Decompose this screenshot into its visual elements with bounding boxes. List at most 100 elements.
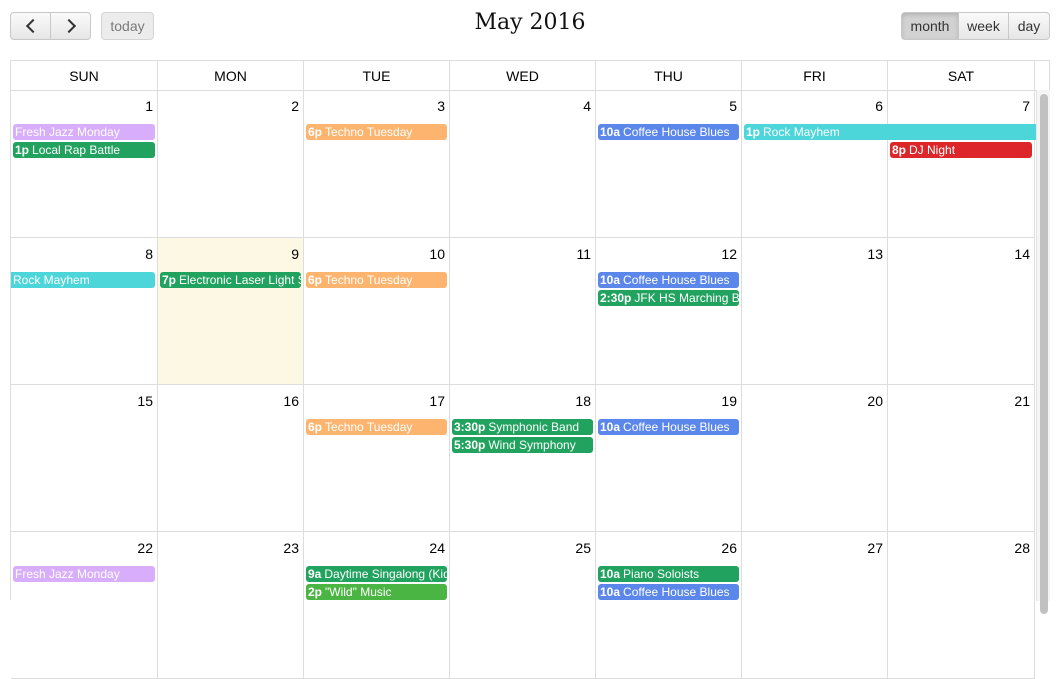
calendar-event[interactable]: Rock Mayhem (11, 272, 155, 288)
calendar-event[interactable]: 6p Techno Tuesday (306, 124, 447, 140)
day-number[interactable]: 2 (291, 98, 299, 114)
day-cell[interactable]: 15 (11, 385, 158, 531)
event-title: Fresh Jazz Monday (15, 567, 120, 581)
calendar-event[interactable]: 7pElectronic Laser Light Show (160, 272, 301, 288)
day-cell[interactable]: 11 (450, 238, 596, 384)
scrollbar-thumb[interactable] (1040, 94, 1048, 614)
day-cell[interactable]: 7 (888, 90, 1035, 237)
calendar-event[interactable]: 1p Rock Mayhem (744, 124, 1036, 140)
day-cell[interactable]: 25 (450, 532, 596, 678)
day-number[interactable]: 1 (145, 98, 153, 114)
calendar-event[interactable]: 10a Coffee House Blues (598, 419, 739, 435)
day-number[interactable]: 4 (583, 98, 591, 114)
day-number[interactable]: 17 (429, 393, 445, 409)
event-time: 3:30p (454, 420, 486, 434)
day-cell[interactable]: 26 (596, 532, 742, 678)
day-number[interactable]: 25 (575, 540, 591, 556)
event-time: 2:30p (600, 291, 632, 305)
day-number[interactable]: 21 (1014, 393, 1030, 409)
day-cell[interactable]: 22 (11, 532, 158, 678)
day-cell[interactable]: 1 (11, 90, 158, 237)
day-cell[interactable]: 14 (888, 238, 1035, 384)
day-number[interactable]: 20 (867, 393, 883, 409)
day-cell[interactable]: 13 (742, 238, 888, 384)
day-number[interactable]: 11 (576, 246, 591, 262)
event-time: 10a (600, 273, 621, 287)
day-number[interactable]: 26 (721, 540, 737, 556)
day-number[interactable]: 3 (437, 98, 445, 114)
week-row: 1 2 3 4 5 6 7 Fresh Jazz Monday 1p Local Rap Batt… (11, 90, 1036, 238)
day-cell[interactable]: 19 (596, 385, 742, 531)
day-cell[interactable]: 4 (450, 90, 596, 237)
weekday-sat: SAT (888, 61, 1035, 90)
day-cell[interactable]: 23 (158, 532, 304, 678)
view-week-button[interactable]: week (958, 12, 1009, 40)
calendar-event[interactable]: 5:30p Wind Symphony (452, 437, 593, 453)
scrollbar[interactable] (1036, 90, 1050, 614)
view-day-button[interactable]: day (1008, 12, 1050, 40)
calendar-event[interactable]: 9a Daytime Singalong (Kids) (306, 566, 447, 582)
day-cell[interactable]: 10 (304, 238, 450, 384)
event-title: JFK HS Marching Band (634, 291, 739, 305)
day-number[interactable]: 5 (729, 98, 737, 114)
event-time: 10a (600, 567, 621, 581)
day-number[interactable]: 22 (137, 540, 153, 556)
day-number[interactable]: 9 (291, 246, 299, 262)
day-cell[interactable]: 27 (742, 532, 888, 678)
event-title: Fresh Jazz Monday (15, 125, 120, 139)
event-time: 10a (600, 420, 621, 434)
calendar-event[interactable]: 10a Coffee House Blues (598, 272, 739, 288)
event-title: Wind Symphony (488, 438, 576, 452)
view-month-button[interactable]: month (901, 12, 959, 40)
day-number[interactable]: 27 (867, 540, 883, 556)
event-time: 9a (308, 567, 322, 581)
calendar-event[interactable]: 3:30p Symphonic Band (452, 419, 593, 435)
calendar-event[interactable]: Fresh Jazz Monday (13, 124, 155, 140)
day-cell[interactable]: 18 (450, 385, 596, 531)
day-cell[interactable]: 5 (596, 90, 742, 237)
day-number[interactable]: 15 (137, 393, 153, 409)
day-number[interactable]: 19 (721, 393, 737, 409)
event-title: Daytime Singalong (Kids) (324, 567, 447, 581)
header-scroll-spacer (1035, 61, 1050, 90)
day-number[interactable]: 14 (1014, 246, 1030, 262)
calendar-event[interactable]: 10a Coffee House Blues (598, 124, 739, 140)
day-cell[interactable]: 28 (888, 532, 1035, 678)
day-cell-today[interactable]: 9 (158, 238, 304, 384)
day-cell[interactable]: 8 (11, 238, 158, 384)
day-number[interactable]: 12 (721, 246, 737, 262)
day-cell[interactable]: 17 (304, 385, 450, 531)
day-number[interactable]: 23 (283, 540, 299, 556)
day-number[interactable]: 16 (283, 393, 299, 409)
day-cell[interactable]: 24 (304, 532, 450, 678)
calendar-event[interactable]: 10a Coffee House Blues (598, 584, 739, 600)
calendar-event[interactable]: 10a Piano Soloists (598, 566, 739, 582)
day-number[interactable]: 13 (867, 246, 883, 262)
calendar-event[interactable]: 2:30pJFK HS Marching Band (598, 290, 739, 306)
calendar-event[interactable]: Fresh Jazz Monday (13, 566, 155, 582)
day-cell[interactable]: 12 (596, 238, 742, 384)
day-cell[interactable]: 21 (888, 385, 1035, 531)
day-number[interactable]: 24 (429, 540, 445, 556)
day-number[interactable]: 6 (875, 98, 883, 114)
event-time: 1p (15, 143, 30, 157)
day-number[interactable]: 10 (429, 246, 445, 262)
weekday-wed: WED (450, 61, 596, 90)
day-number[interactable]: 8 (145, 246, 153, 262)
day-number[interactable]: 28 (1014, 540, 1030, 556)
event-title: Rock Mayhem (763, 125, 840, 139)
calendar-event[interactable]: 8p DJ Night (890, 142, 1032, 158)
event-title: Symphonic Band (488, 420, 580, 434)
calendar-event[interactable]: 2p "Wild" Music (306, 584, 447, 600)
day-cell[interactable]: 2 (158, 90, 304, 237)
day-cell[interactable]: 16 (158, 385, 304, 531)
day-number[interactable]: 7 (1022, 98, 1030, 114)
day-number[interactable]: 18 (575, 393, 591, 409)
day-cell[interactable]: 3 (304, 90, 450, 237)
day-cell[interactable]: 6 (742, 90, 888, 237)
calendar-event[interactable]: 1p Local Rap Battle (13, 142, 155, 158)
calendar-event[interactable]: 6p Techno Tuesday (306, 419, 447, 435)
day-cell[interactable]: 20 (742, 385, 888, 531)
event-time: 6p (308, 420, 323, 434)
calendar-event[interactable]: 6p Techno Tuesday (306, 272, 447, 288)
